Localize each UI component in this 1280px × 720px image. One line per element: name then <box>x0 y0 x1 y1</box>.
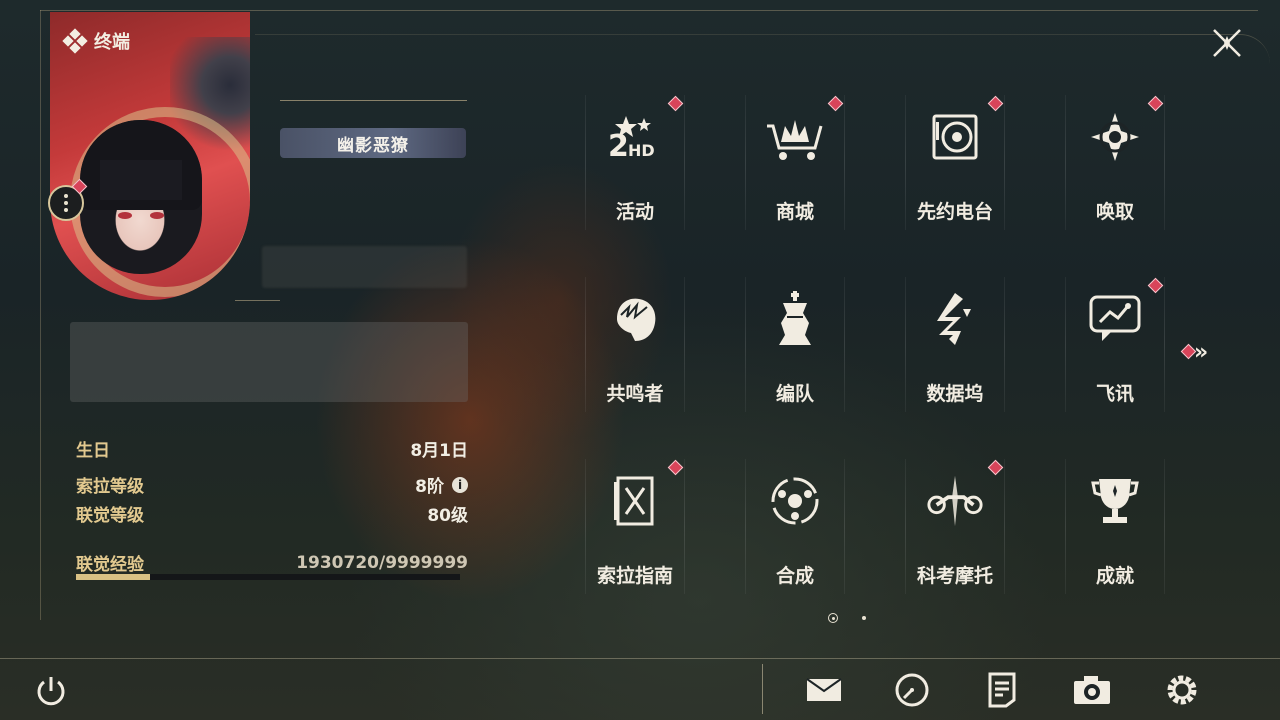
data-bank-icon <box>925 289 985 349</box>
terminal-title: 终端 <box>62 28 130 54</box>
notes-icon <box>988 672 1016 708</box>
camera-button[interactable] <box>1072 670 1112 710</box>
menu-label: 索拉指南 <box>596 565 673 587</box>
union-level-row: 联觉等级 80级 <box>76 501 468 526</box>
settings-button[interactable] <box>1162 670 1202 710</box>
frame-left-line <box>40 10 41 620</box>
menu-label: 商城 <box>775 201 814 223</box>
info-icon[interactable]: i <box>452 476 468 493</box>
menu-label: 编队 <box>775 383 814 405</box>
menu-label: 成就 <box>1095 565 1134 587</box>
sola-level-value: 8阶 <box>415 477 444 497</box>
union-exp-fill <box>76 574 151 580</box>
menu-item-shop[interactable]: 商城 <box>745 95 845 230</box>
svg-text:HD: HD <box>628 141 655 160</box>
mail-icon <box>806 678 842 701</box>
union-exp-bar <box>76 574 460 580</box>
synthesis-icon <box>765 471 825 531</box>
union-exp-label: 联觉经验 <box>76 555 144 575</box>
page-dot[interactable] <box>862 616 866 620</box>
menu-label: 共鸣者 <box>606 383 664 405</box>
motorbike-icon <box>925 471 985 531</box>
birthday-value: 8月1日 <box>410 441 468 461</box>
menu-item-team[interactable]: 编队 <box>745 277 845 412</box>
menu-item-synthesis[interactable]: 合成 <box>745 459 845 594</box>
events-2hd-icon: 2 HD <box>605 107 665 167</box>
avatar[interactable] <box>80 120 202 274</box>
clock-button[interactable] <box>892 670 932 710</box>
trophy-icon <box>1085 471 1145 531</box>
page-dot-active[interactable] <box>828 613 838 623</box>
next-page-button[interactable]: » <box>1180 340 1208 365</box>
convene-star-icon <box>1085 107 1145 167</box>
menu-label: 科考摩托 <box>916 565 993 587</box>
notification-badge <box>827 95 844 112</box>
menu-item-guidebook[interactable]: 索拉指南 <box>585 459 685 594</box>
settings-gear-icon <box>1167 675 1197 705</box>
menu-item-events[interactable]: 2 HD 活动 <box>585 95 685 230</box>
notes-button[interactable] <box>982 670 1022 710</box>
guidebook-icon <box>605 471 665 531</box>
resonator-head-icon <box>605 289 665 349</box>
frame-top-line <box>40 10 1258 11</box>
footer-divider <box>0 658 1280 659</box>
power-icon <box>37 677 65 706</box>
player-name: 幽影恶獠 <box>280 128 466 158</box>
menu-label: 唤取 <box>1095 201 1134 223</box>
birthday-label: 生日 <box>76 441 110 461</box>
menu-item-radio[interactable]: 先约电台 <box>905 95 1005 230</box>
double-chevron-right-icon: » <box>1194 340 1209 365</box>
close-button[interactable] <box>1210 26 1244 60</box>
power-button[interactable] <box>34 674 68 708</box>
menu-item-databank[interactable]: 数据坞 <box>905 277 1005 412</box>
footer-separator <box>762 664 763 714</box>
union-level-value: 80级 <box>427 506 468 526</box>
diamond-logo-icon <box>62 28 88 54</box>
menu-label: 活动 <box>615 201 654 223</box>
notification-badge <box>987 95 1004 112</box>
sola-level-label: 索拉等级 <box>76 477 144 497</box>
clock-icon <box>895 673 929 707</box>
notification-badge <box>987 459 1004 476</box>
menu-label: 飞讯 <box>1095 383 1134 405</box>
union-exp-row: 联觉经验 1930720/9999999 <box>76 550 468 576</box>
menu-item-convene[interactable]: 唤取 <box>1065 95 1165 230</box>
svg-text:2: 2 <box>608 129 629 162</box>
page-title: 终端 <box>94 32 130 53</box>
menu-item-achievements[interactable]: 成就 <box>1065 459 1165 594</box>
frame-inner-line <box>255 34 1160 35</box>
birthday-row: 生日 8月1日 <box>76 436 468 461</box>
menu-item-messages[interactable]: 飞讯 <box>1065 277 1165 412</box>
menu-item-motorbike[interactable]: 科考摩托 <box>905 459 1005 594</box>
message-chat-icon <box>1085 289 1145 349</box>
notification-badge <box>1147 95 1164 112</box>
sola-level-value-wrap: 8阶 i <box>415 472 468 497</box>
team-chess-icon <box>765 289 825 349</box>
menu-label: 数据坞 <box>926 383 984 405</box>
union-level-label: 联觉等级 <box>76 506 144 526</box>
divider <box>280 100 467 101</box>
notification-badge <box>667 459 684 476</box>
divider <box>235 300 280 301</box>
sola-level-row: 索拉等级 8阶 i <box>76 472 468 497</box>
notification-badge <box>1147 277 1164 294</box>
close-x-icon <box>1213 29 1241 57</box>
blurred-signature <box>70 322 468 402</box>
blurred-info <box>262 246 467 288</box>
camera-icon <box>1074 676 1110 704</box>
menu-label: 先约电台 <box>916 201 993 223</box>
menu-label: 合成 <box>775 565 814 587</box>
mail-button[interactable] <box>804 670 844 710</box>
menu-item-resonators[interactable]: 共鸣者 <box>585 277 685 412</box>
radio-record-icon <box>925 107 985 167</box>
shop-cart-icon <box>765 107 825 167</box>
notification-badge <box>667 95 684 112</box>
page-indicator <box>828 613 866 623</box>
union-exp-value: 1930720/9999999 <box>296 552 468 573</box>
